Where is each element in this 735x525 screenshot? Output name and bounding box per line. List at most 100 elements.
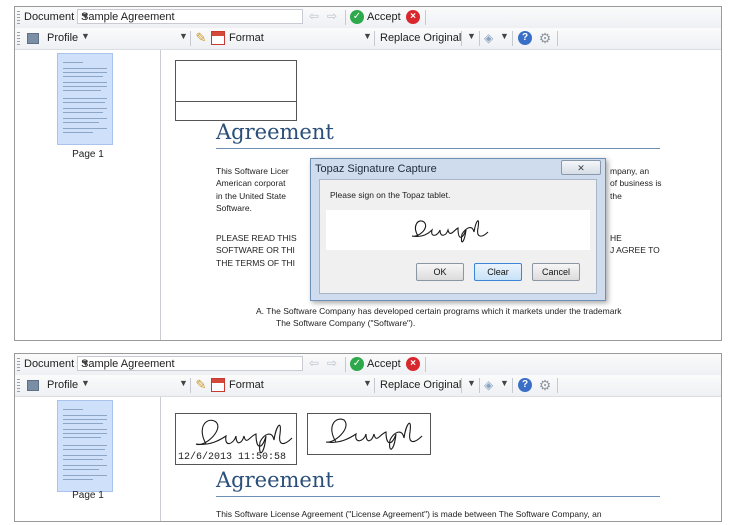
grip-icon[interactable] [17, 11, 20, 24]
intro-line: the [610, 190, 622, 201]
toolbar-separator [345, 357, 346, 372]
back-arrow-icon[interactable]: ⇦ [309, 356, 319, 370]
chevron-down-icon[interactable]: ▼ [81, 378, 90, 388]
calendar-icon[interactable] [211, 31, 225, 45]
toolbar-separator [479, 31, 480, 46]
document-select[interactable]: Sample Agreement ▼ [77, 356, 303, 371]
forward-arrow-icon[interactable]: ⇨ [327, 356, 337, 370]
document-title: Agreement [216, 468, 334, 492]
chevron-down-icon[interactable]: ▼ [81, 358, 298, 368]
intro-paragraph: This Software License Agreement ("Licens… [216, 508, 676, 520]
toolbar-separator [345, 10, 346, 25]
document-toolbar: Document Sample Agreement ▼ ⇦ ⇨ ✓ Accept… [15, 7, 721, 29]
toolbar-separator [557, 31, 558, 46]
item-a: A. The Software Company has developed ce… [256, 305, 696, 330]
signature-preview [326, 210, 590, 250]
format-toolbar: Profile ▼ ▼ ✎ Format ▼ Replace Original … [15, 375, 721, 397]
chevron-down-icon[interactable]: ▼ [363, 31, 372, 41]
forward-arrow-icon[interactable]: ⇨ [327, 9, 337, 23]
title-rule [216, 148, 660, 149]
grip-icon[interactable] [17, 379, 20, 392]
chevron-down-icon[interactable]: ▼ [500, 378, 509, 388]
clear-button[interactable]: Clear [474, 263, 522, 281]
reject-icon[interactable]: × [406, 357, 420, 371]
toolbar-separator [512, 378, 513, 393]
item-a-line: The Software Company ("Software"). [276, 318, 416, 329]
chevron-down-icon[interactable]: ▼ [500, 31, 509, 41]
page-label: Page 1 [72, 149, 104, 160]
replace-original-button[interactable]: Replace Original [380, 32, 461, 44]
toolbar-separator [374, 31, 375, 46]
profile-dropdown[interactable]: Profile [47, 32, 78, 44]
grip-icon[interactable] [17, 358, 20, 371]
calendar-icon[interactable] [211, 378, 225, 392]
dialog-message: Please sign on the Topaz tablet. [330, 190, 451, 200]
page-label: Page 1 [72, 490, 104, 501]
dialog-title: Topaz Signature Capture [315, 163, 437, 175]
pen-icon[interactable]: ✎ [194, 378, 208, 392]
close-icon[interactable]: ✕ [561, 160, 601, 175]
document-title: Agreement [216, 120, 334, 144]
toolbar-separator [425, 10, 426, 25]
cancel-button[interactable]: Cancel [532, 263, 580, 281]
signature-timestamp: 12/6/2013 11:50:58 [178, 452, 287, 463]
chevron-down-icon[interactable]: ▼ [81, 11, 298, 21]
document-select[interactable]: Sample Agreement ▼ [77, 9, 303, 24]
help-icon[interactable]: ? [518, 31, 532, 45]
tag-icon[interactable]: ◈ [484, 378, 498, 392]
document-toolbar: Document Sample Agreement ▼ ⇦ ⇨ ✓ Accept… [15, 354, 721, 376]
chevron-down-icon[interactable]: ▼ [363, 378, 372, 388]
signature-box-signed[interactable]: 12/6/2013 11:50:58 [175, 413, 297, 465]
toolbar-separator [557, 378, 558, 393]
accept-check-icon[interactable]: ✓ [350, 10, 364, 24]
thumbnail-pane: Page 1 [15, 397, 161, 521]
profile-icon [27, 33, 39, 44]
please-line: HE [610, 233, 622, 243]
toolbar-separator [374, 378, 375, 393]
grip-icon[interactable] [17, 32, 20, 45]
settings-icon[interactable]: ⚙ [538, 31, 552, 45]
intro-line: This Software License Agreement ("Licens… [216, 509, 602, 519]
toolbar-separator [461, 378, 462, 393]
settings-icon[interactable]: ⚙ [538, 378, 552, 392]
format-toolbar: Profile ▼ ▼ ✎ Format ▼ Replace Original … [15, 28, 721, 50]
help-icon[interactable]: ? [518, 378, 532, 392]
toolbar-separator [479, 378, 480, 393]
toolbar-separator [512, 31, 513, 46]
chevron-down-icon[interactable]: ▼ [179, 378, 188, 388]
please-line: J AGREE TO [610, 245, 660, 256]
thumbnail-pane: Page 1 [15, 50, 161, 340]
reject-icon[interactable]: × [406, 10, 420, 24]
signature-image [411, 220, 489, 243]
format-label: Format [229, 379, 264, 391]
tag-icon[interactable]: ◈ [484, 31, 498, 45]
dialog-body: Please sign on the Topaz tablet. OK Clea… [319, 179, 597, 294]
chevron-down-icon[interactable]: ▼ [467, 31, 476, 41]
toolbar-separator [190, 378, 191, 393]
page-thumbnail[interactable] [57, 400, 113, 492]
chevron-down-icon[interactable]: ▼ [179, 31, 188, 41]
toolbar-separator [461, 31, 462, 46]
accept-check-icon[interactable]: ✓ [350, 357, 364, 371]
intro-line: of business is [610, 178, 662, 189]
replace-original-button[interactable]: Replace Original [380, 379, 461, 391]
chevron-down-icon[interactable]: ▼ [467, 378, 476, 388]
back-arrow-icon[interactable]: ⇦ [309, 9, 319, 23]
item-a-line: A. The Software Company has developed ce… [256, 306, 622, 316]
intro-line: mpany, an [610, 166, 650, 176]
accept-button[interactable]: Accept [367, 358, 401, 370]
accept-button[interactable]: Accept [367, 11, 401, 23]
signature-box-preview[interactable] [307, 413, 431, 455]
format-label: Format [229, 32, 264, 44]
document-label: Document [24, 11, 75, 23]
toolbar-separator [190, 31, 191, 46]
page-thumbnail[interactable] [57, 53, 113, 145]
signature-box[interactable] [175, 60, 297, 121]
profile-icon [27, 380, 39, 391]
intro-paragraph-right: mpany, an of business is the [610, 165, 670, 202]
chevron-down-icon[interactable]: ▼ [81, 31, 90, 41]
toolbar-separator [425, 357, 426, 372]
profile-dropdown[interactable]: Profile [47, 379, 78, 391]
pen-icon[interactable]: ✎ [194, 31, 208, 45]
ok-button[interactable]: OK [416, 263, 464, 281]
